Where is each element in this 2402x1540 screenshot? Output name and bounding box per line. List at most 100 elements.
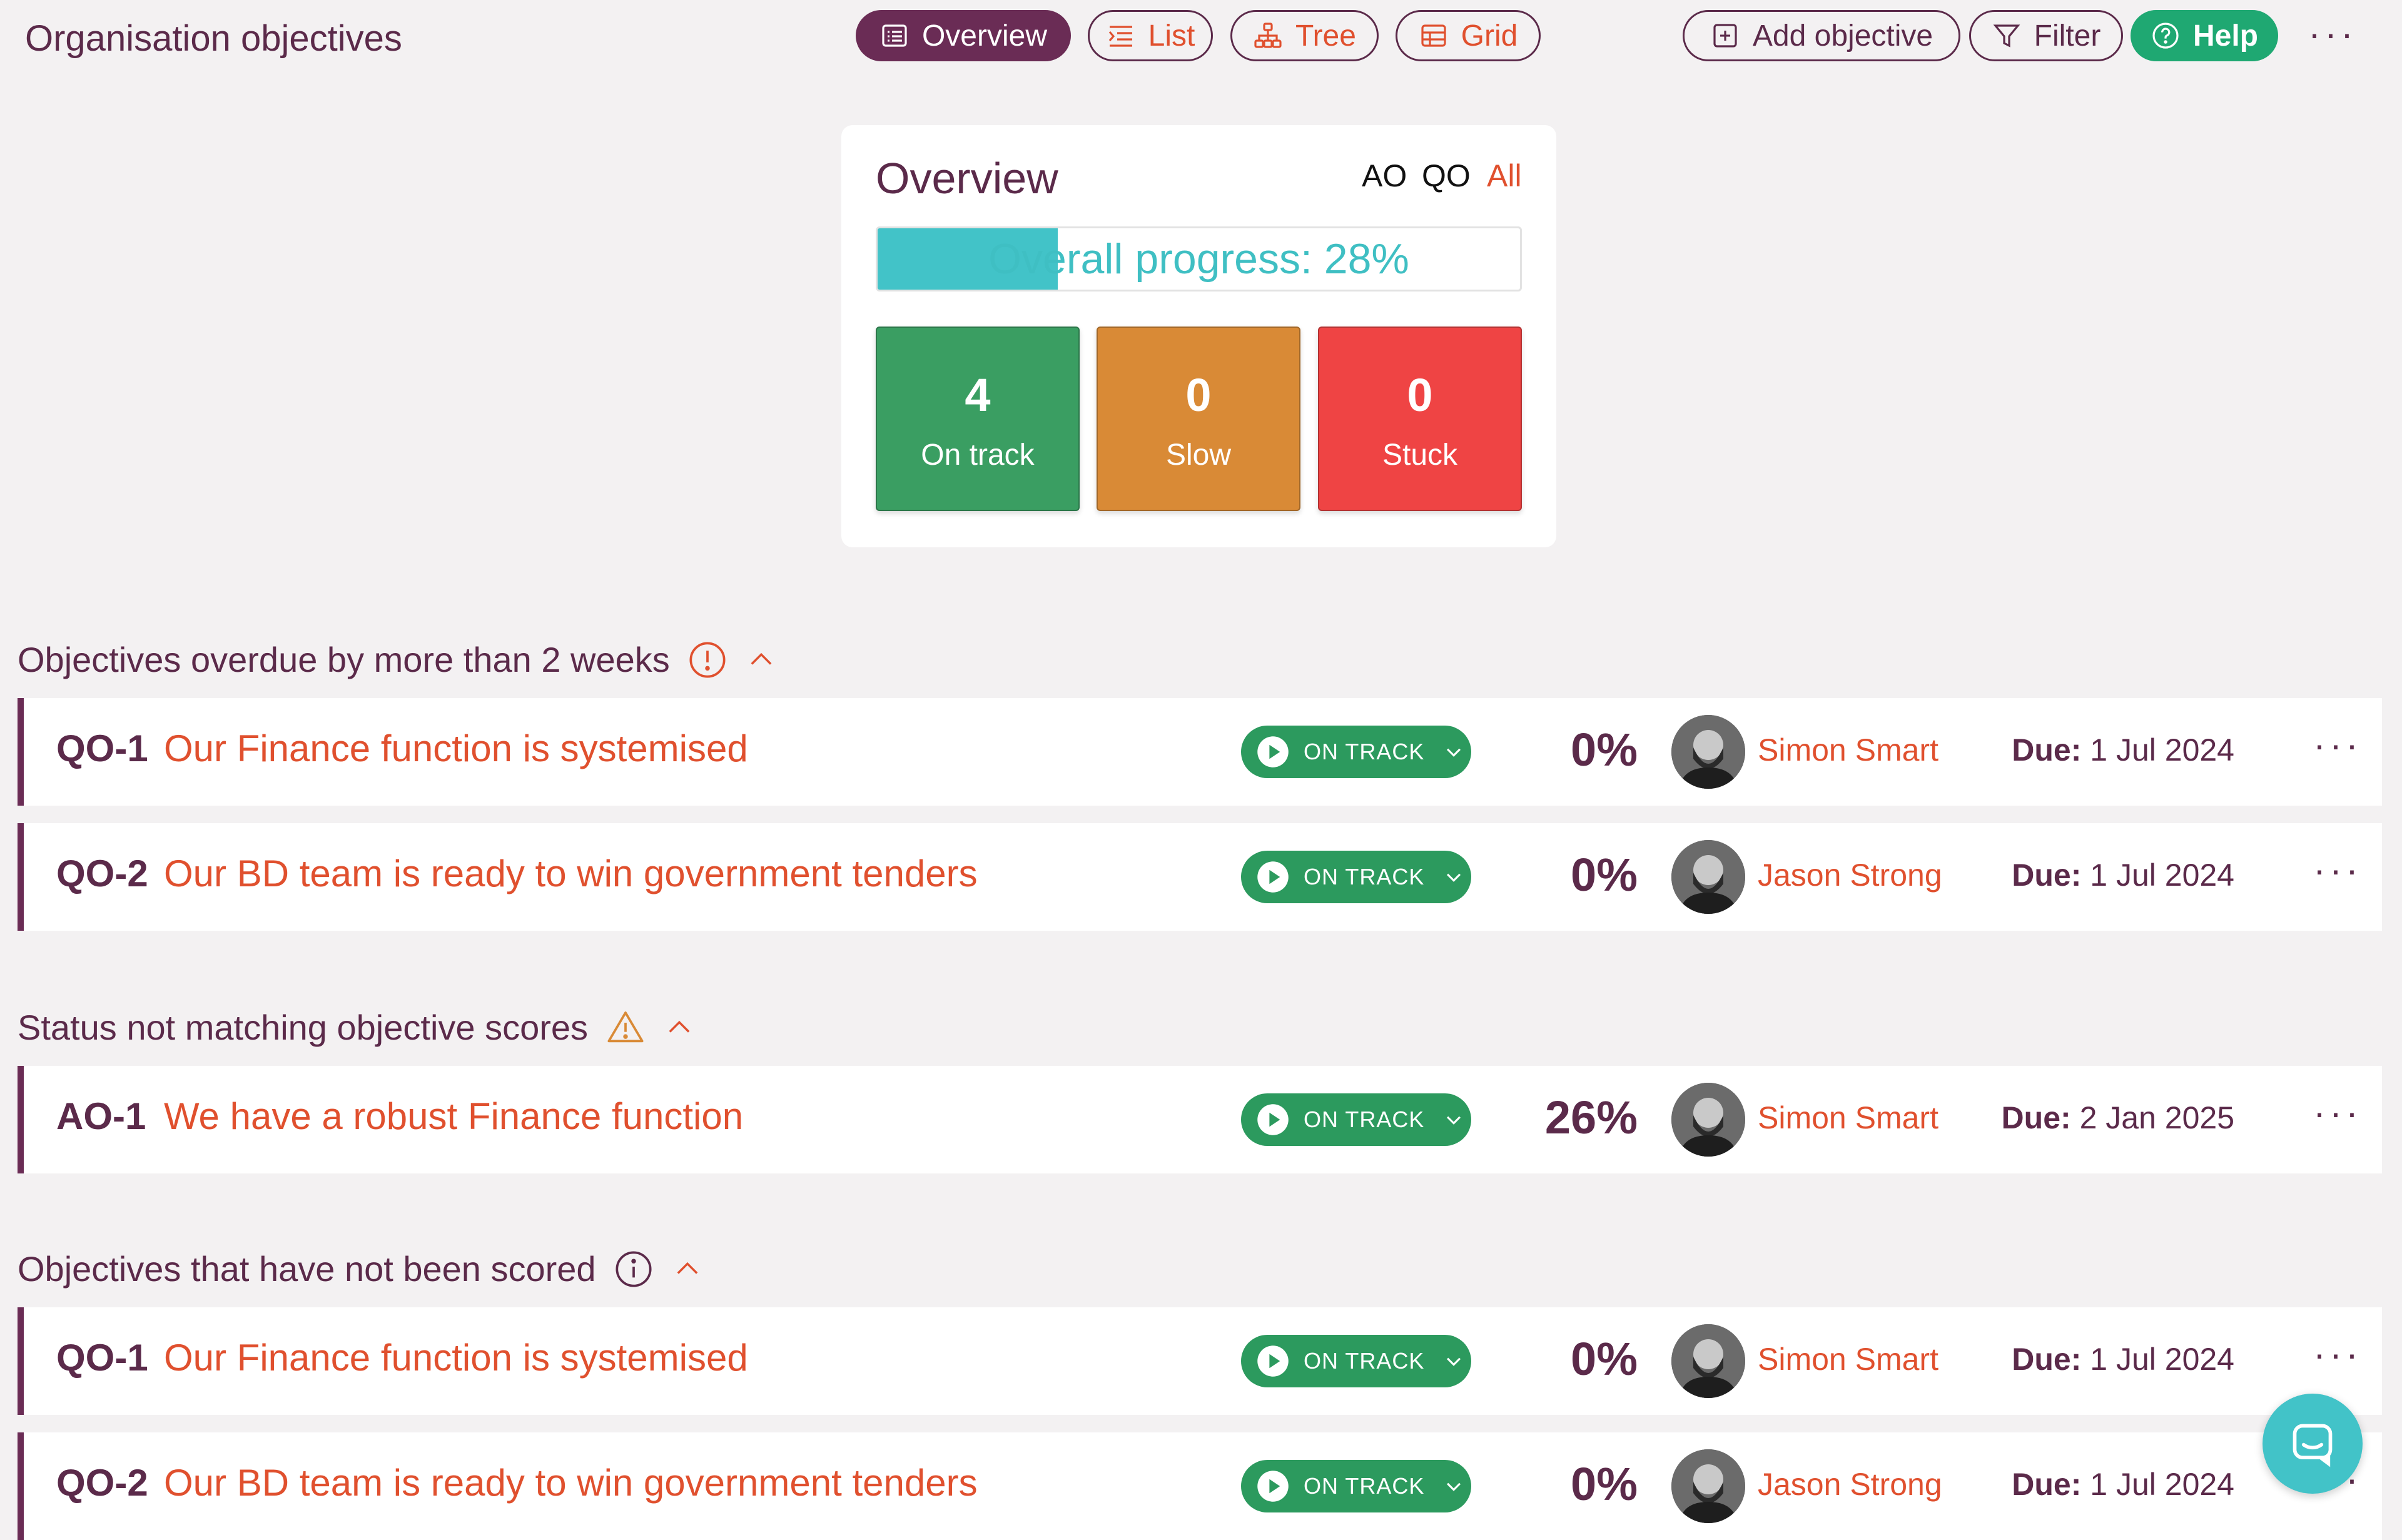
tab-list-label: List [1148,19,1195,53]
row-more-options-icon[interactable]: ··· [2313,1091,2362,1134]
play-circle-icon [1257,1471,1289,1502]
play-circle-icon [1257,1345,1289,1377]
section-heading-text: Status not matching objective scores [18,1008,589,1047]
due-label: Due: [2012,732,2082,767]
tab-grid-label: Grid [1461,19,1518,53]
due-label: Due: [2012,1467,2082,1502]
owner-link[interactable]: Simon Smart [1758,1100,1938,1136]
tab-grid[interactable]: Grid [1396,10,1541,61]
filter-icon [1993,24,2020,48]
status-dropdown[interactable]: ON TRACK [1241,1093,1471,1146]
objective-code: QO-1 [56,1337,148,1379]
warning-triangle-icon [607,1011,644,1043]
page-title: Organisation objectives [25,18,402,59]
tree-icon [1254,23,1282,48]
due-date: Due: 1 Jul 2024 [2012,1466,2234,1502]
overview-card: Overview AO QO All Overall progress: 28%… [841,125,1556,547]
progress-percent: 26% [1544,1092,1638,1143]
avatar [1671,840,1745,914]
tab-list[interactable]: List [1088,10,1213,61]
filter-all[interactable]: All [1487,158,1522,194]
owner-link[interactable]: Jason Strong [1758,1466,1942,1502]
alert-circle-icon [689,642,726,678]
stat-on-track[interactable]: 4 On track [876,327,1080,511]
objective-title-link[interactable]: Our BD team is ready to win government t… [164,1461,978,1504]
avatar-image [1671,1449,1745,1523]
help-button[interactable]: Help [2131,10,2278,61]
stat-stuck[interactable]: 0 Stuck [1318,327,1522,511]
status-dropdown[interactable]: ON TRACK [1241,1460,1471,1512]
objective-code: AO-1 [56,1095,146,1137]
status-label: ON TRACK [1304,739,1425,764]
status-label: ON TRACK [1304,1473,1425,1499]
filter-button[interactable]: Filter [1969,10,2123,61]
overall-progress-bar: Overall progress: 28% [876,226,1522,291]
grid-icon [1421,24,1446,47]
due-value: 1 Jul 2024 [2090,732,2234,767]
chevron-down-icon [1447,1357,1461,1366]
progress-percent: 0% [1571,1458,1638,1510]
avatar [1671,1324,1745,1398]
filter-qo[interactable]: QO [1422,158,1471,194]
objective-code: QO-1 [56,727,148,769]
avatar [1671,715,1745,789]
stat-stuck-label: Stuck [1382,438,1458,472]
stat-slow-value: 0 [1185,369,1212,421]
add-objective-button[interactable]: Add objective [1683,10,1960,61]
avatar-image [1671,715,1745,789]
due-label: Due: [2001,1100,2071,1135]
status-dropdown[interactable]: ON TRACK [1241,1335,1471,1387]
objective-row[interactable]: QO-2 Our BD team is ready to win governme… [18,1432,2382,1540]
avatar [1671,1083,1745,1157]
play-circle-icon [1257,736,1289,767]
status-dropdown[interactable]: ON TRACK [1241,726,1471,778]
stat-on-track-value: 4 [965,369,991,421]
stat-slow[interactable]: 0 Slow [1097,327,1300,511]
tab-tree[interactable]: Tree [1230,10,1379,61]
filter-label: Filter [2034,19,2101,53]
tab-overview[interactable]: Overview [856,10,1071,61]
status-label: ON TRACK [1304,1348,1425,1374]
avatar-image [1671,1324,1745,1398]
section-heading: Objectives that have not been scored [18,1247,704,1291]
due-label: Due: [2012,858,2082,893]
owner-link[interactable]: Simon Smart [1758,1341,1938,1377]
due-date: Due: 1 Jul 2024 [2012,857,2234,893]
chevron-down-icon [1447,1116,1461,1125]
chevron-up-icon[interactable] [663,1011,696,1044]
chat-launcher-button[interactable] [2263,1394,2363,1494]
progress-percent: 0% [1571,849,1638,901]
help-label: Help [2192,19,2258,53]
due-date: Due: 1 Jul 2024 [2012,1341,2234,1377]
avatar-image [1671,1083,1745,1157]
objective-title-link[interactable]: Our Finance function is systemised [164,1336,748,1379]
objective-title-link[interactable]: Our BD team is ready to win government t… [164,852,978,895]
due-value: 1 Jul 2024 [2090,1467,2234,1502]
overview-title: Overview [876,154,1058,203]
objective-row[interactable]: QO-2 Our BD team is ready to win governme… [18,823,2382,931]
row-more-options-icon[interactable]: ··· [2313,848,2362,891]
info-circle-icon [616,1251,652,1287]
chevron-up-icon[interactable] [745,644,778,676]
due-label: Due: [2012,1342,2082,1377]
due-value: 1 Jul 2024 [2090,858,2234,893]
status-dropdown[interactable]: ON TRACK [1241,851,1471,903]
filter-ao[interactable]: AO [1362,158,1407,194]
objective-row[interactable]: AO-1 We have a robust Finance function ON … [18,1066,2382,1173]
avatar [1671,1449,1745,1523]
owner-link[interactable]: Jason Strong [1758,857,1942,893]
overview-icon [882,24,907,47]
more-options-icon[interactable]: ··· [2308,15,2357,53]
section-heading-text: Objectives that have not been scored [18,1249,596,1289]
row-more-options-icon[interactable]: ··· [2313,723,2362,766]
row-more-options-icon[interactable]: ··· [2313,1332,2362,1375]
chat-icon [2293,1424,2333,1467]
objective-row[interactable]: QO-1 Our Finance function is systemised ON… [18,1307,2382,1415]
objective-row[interactable]: QO-1 Our Finance function is systemised ON… [18,698,2382,806]
chevron-up-icon[interactable] [671,1253,704,1285]
status-label: ON TRACK [1304,1107,1425,1132]
objective-title-link[interactable]: Our Finance function is systemised [164,727,748,770]
overall-progress-label: Overall progress: 28% [988,235,1409,283]
objective-title-link[interactable]: We have a robust Finance function [164,1095,743,1138]
owner-link[interactable]: Simon Smart [1758,732,1938,768]
